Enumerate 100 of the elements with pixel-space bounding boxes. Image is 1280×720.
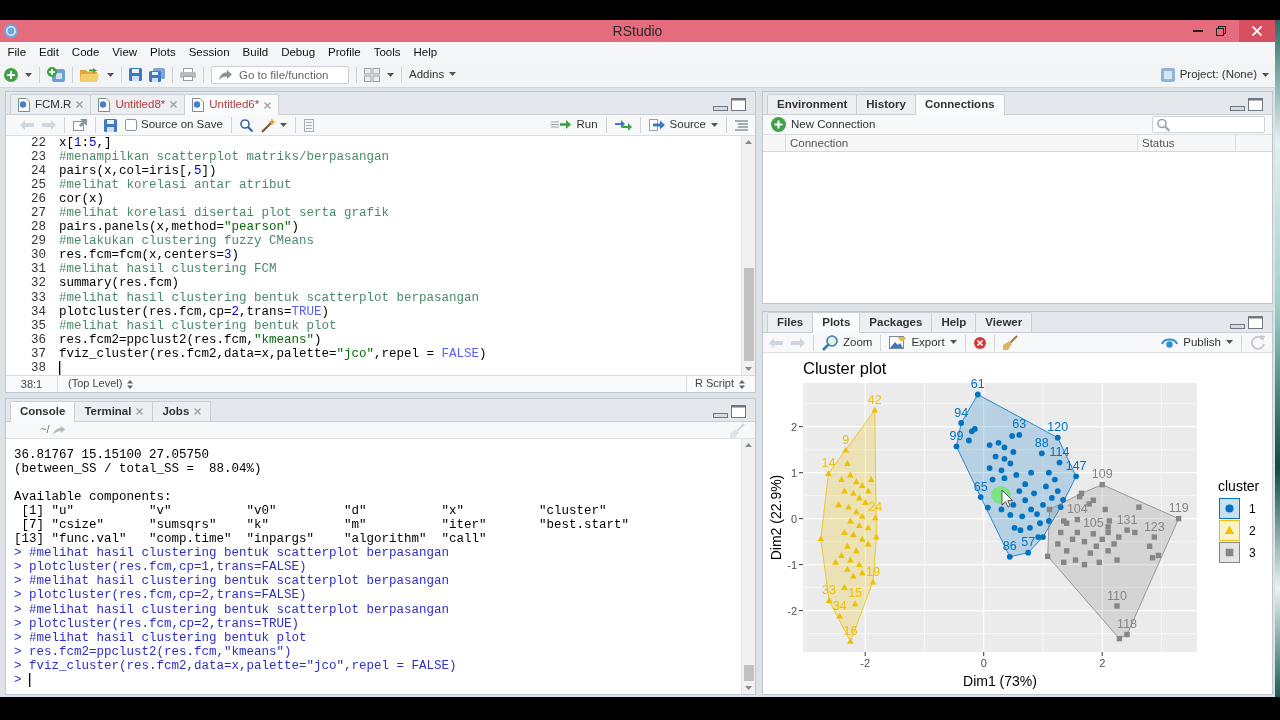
refresh-icon[interactable] [1250, 335, 1265, 350]
close-icon[interactable] [76, 101, 84, 108]
axis-tick-label: -2 [860, 657, 871, 669]
tab[interactable]: Environment [767, 94, 858, 114]
checkbox[interactable] [125, 119, 137, 131]
file-type-selector[interactable]: R Script [685, 376, 755, 392]
close-icon[interactable] [194, 408, 202, 415]
addins-menu[interactable]: Addins [409, 67, 457, 82]
data-point [958, 420, 965, 426]
magic-wand-icon[interactable] [260, 117, 276, 133]
scrollbar[interactable] [741, 136, 755, 375]
tab[interactable]: Files [767, 312, 814, 332]
point-label: 104 [1066, 502, 1088, 517]
new-connection-button[interactable]: New Connection [771, 117, 876, 132]
line-number: 23 [30, 150, 46, 165]
scope-selector[interactable]: (Top Level) [58, 377, 134, 391]
menu-item[interactable]: File [1, 43, 33, 61]
maximize-icon[interactable] [1248, 316, 1263, 329]
caret-icon[interactable] [25, 72, 32, 77]
plus-square-icon[interactable] [47, 67, 65, 82]
point-label: 65 [973, 479, 988, 494]
menu-item[interactable]: Profile [321, 43, 368, 61]
menu-item[interactable]: Help [407, 43, 444, 61]
source-button[interactable]: Source [648, 118, 718, 132]
data-point [1146, 543, 1153, 549]
arrow-icon[interactable] [53, 425, 66, 435]
menu-item[interactable]: Plots [143, 43, 183, 61]
publish-menu[interactable]: Publish [1161, 335, 1233, 350]
double-arrow-icon[interactable] [614, 119, 632, 131]
lines-icon[interactable] [735, 119, 748, 131]
checkbox-label[interactable]: Source on Save [141, 118, 223, 132]
restore-icon[interactable] [1216, 26, 1226, 36]
scrollbar-thumb[interactable] [743, 665, 754, 681]
export-menu[interactable]: Export [889, 335, 957, 350]
code-line: res.fcm=fcm(x,centers=3) [59, 248, 240, 263]
scroll-down-icon[interactable] [745, 686, 752, 690]
working-directory-path[interactable]: ~/ [40, 423, 50, 437]
minimize-icon[interactable] [1230, 106, 1245, 111]
floppy-disks-icon[interactable] [149, 67, 165, 82]
menu-item[interactable]: Session [182, 43, 237, 61]
minimize-icon[interactable] [1230, 324, 1245, 329]
scroll-up-icon[interactable] [745, 140, 752, 144]
menu-item[interactable]: Debug [274, 43, 322, 61]
close-button[interactable] [1239, 20, 1275, 42]
point-label: 14 [821, 456, 836, 471]
broom-icon[interactable] [1002, 335, 1018, 350]
line-number: 22 [30, 136, 46, 151]
caret-icon[interactable] [107, 72, 114, 77]
printer-icon[interactable] [180, 68, 196, 81]
zoom-button[interactable]: Zoom [822, 334, 873, 351]
tab[interactable]: Jobs [152, 401, 212, 421]
scroll-down-icon[interactable] [745, 367, 752, 371]
data-point [847, 637, 854, 644]
tab[interactable]: History [856, 94, 916, 114]
close-icon[interactable] [264, 101, 272, 109]
maximize-icon[interactable] [1248, 98, 1263, 111]
data-point [998, 506, 1005, 513]
caret-icon[interactable] [279, 123, 287, 127]
maximize-icon[interactable] [731, 98, 746, 111]
tab[interactable]: Connections [914, 94, 1005, 115]
tab[interactable]: Plots [812, 312, 861, 333]
go-to-file-field[interactable]: Go to file/function [211, 65, 349, 84]
scroll-up-icon[interactable] [745, 443, 752, 447]
tab[interactable]: Packages [859, 312, 933, 332]
plus-icon[interactable] [4, 67, 18, 82]
page-lines-icon[interactable] [303, 118, 314, 132]
tab[interactable]: Viewer [975, 312, 1033, 332]
grid-icon[interactable] [364, 67, 380, 82]
tab[interactable]: Untitled8* [90, 94, 186, 114]
menu-item[interactable]: Edit [32, 43, 66, 61]
caret-icon[interactable] [387, 72, 394, 77]
column-header[interactable]: Connection [786, 135, 1138, 151]
tab[interactable]: Console [10, 401, 76, 422]
scrollbar[interactable] [741, 439, 755, 694]
point-label: 99 [949, 428, 964, 443]
folder-icon[interactable] [80, 67, 100, 82]
menu-item[interactable]: Tools [367, 43, 407, 61]
close-icon[interactable] [136, 408, 144, 415]
column-header[interactable]: Status [1138, 135, 1236, 151]
search-field[interactable] [1152, 116, 1265, 133]
search-icon[interactable] [239, 118, 253, 132]
menu-item[interactable]: View [105, 43, 144, 61]
tab[interactable]: Help [931, 312, 977, 332]
legend-label: 1 [1249, 502, 1256, 516]
data-point [817, 535, 825, 542]
tab[interactable]: Untitled6* [184, 94, 280, 115]
scrollbar-thumb[interactable] [743, 268, 754, 361]
tab[interactable]: FCM.R [10, 94, 92, 114]
x-circle-icon[interactable] [973, 336, 986, 349]
run-button[interactable]: Run [551, 118, 598, 132]
maximize-icon[interactable] [731, 405, 746, 418]
menu-item[interactable]: Build [236, 43, 275, 61]
project-menu[interactable]: Project: (None) [1160, 67, 1269, 82]
data-point [1136, 504, 1142, 510]
tab[interactable]: Terminal [74, 401, 154, 421]
data-point [953, 443, 960, 450]
minimize-icon[interactable] [713, 413, 728, 418]
close-icon[interactable] [170, 101, 178, 108]
minimize-icon[interactable] [713, 106, 728, 111]
menu-item[interactable]: Code [65, 43, 106, 61]
